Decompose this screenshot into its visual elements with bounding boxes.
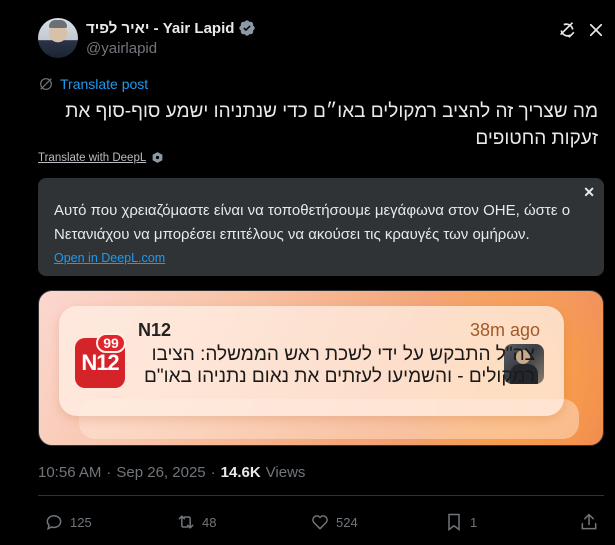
- open-in-deepl-link[interactable]: Open in DeepL.com: [54, 251, 165, 265]
- divider: [38, 495, 604, 496]
- action-bar: 125 48 524 1: [44, 512, 604, 538]
- like-button[interactable]: 524: [310, 512, 358, 532]
- deepl-icon: [152, 152, 163, 163]
- avatar[interactable]: [38, 18, 78, 58]
- notification-text: צה"ל התבקש על ידי לשכת ראש הממשלה: הציבו…: [144, 344, 535, 387]
- notification-app-name: N12: [138, 320, 172, 340]
- heart-icon: [312, 515, 328, 530]
- translate-icon: [40, 78, 52, 90]
- reply-icon: [46, 515, 62, 531]
- repost-count: 48: [202, 514, 217, 530]
- share-button[interactable]: [579, 512, 599, 532]
- close-translation-button[interactable]: ✕: [583, 184, 595, 201]
- notification-time: 38m ago: [469, 320, 540, 340]
- bookmark-icon: [448, 513, 460, 531]
- notification-count-badge: 99: [96, 333, 126, 353]
- bookmark-count: 1: [470, 514, 478, 530]
- meta-separator-2: ·: [210, 464, 216, 481]
- translated-text: Αυτό που χρειαζόμαστε είναι να τοποθετήσ…: [54, 202, 571, 243]
- reply-button[interactable]: 125: [44, 512, 92, 532]
- repost-icon: [178, 515, 194, 529]
- like-count: 524: [336, 514, 358, 530]
- grok-icon[interactable]: [556, 19, 578, 41]
- post: יאיר לפיד - Yair Lapid @yairlapid Transl…: [0, 0, 615, 545]
- views-label: Views: [265, 464, 306, 481]
- author-handle[interactable]: @yairlapid: [86, 40, 157, 57]
- author-name-row: יאיר לפיד - Yair Lapid: [86, 19, 256, 37]
- n12-logo-text: N12: [81, 350, 119, 375]
- reply-count: 125: [70, 514, 92, 530]
- translate-post[interactable]: Translate post: [38, 76, 148, 92]
- meta-separator: ·: [106, 464, 112, 481]
- post-body-text: מה שצריך זה להציב רמקולים באו״ם כדי שנתנ…: [65, 101, 598, 149]
- post-time[interactable]: 10:56 AM: [38, 464, 101, 481]
- verified-badge-icon: [239, 20, 256, 36]
- post-date[interactable]: Sep 26, 2025: [116, 464, 205, 481]
- bookmark-button[interactable]: 1: [444, 512, 477, 532]
- repost-button[interactable]: 48: [176, 512, 216, 532]
- share-icon: [581, 513, 597, 530]
- translate-post-label: Translate post: [60, 76, 149, 92]
- translate-with-deepl[interactable]: Translate with DeepL: [38, 151, 164, 164]
- deepl-label: Translate with DeepL: [38, 151, 147, 164]
- views-count: 14.6K: [220, 464, 261, 481]
- author-display-name[interactable]: יאיר לפיד - Yair Lapid: [86, 20, 234, 37]
- more-options-icon[interactable]: [587, 21, 605, 39]
- notification-card: N12 99 N12 38m ago צה"ל התבקש על ידי לשכ…: [59, 306, 564, 416]
- deepl-translation-box: ✕ Αυτό που χρειαζόμαστε είναι να τοποθετ…: [38, 178, 604, 276]
- attached-image[interactable]: N12 99 N12 38m ago צה"ל התבקש על ידי לשכ…: [38, 290, 604, 446]
- post-meta: 10:56 AM · Sep 26, 2025 · 14.6K Views: [38, 464, 305, 481]
